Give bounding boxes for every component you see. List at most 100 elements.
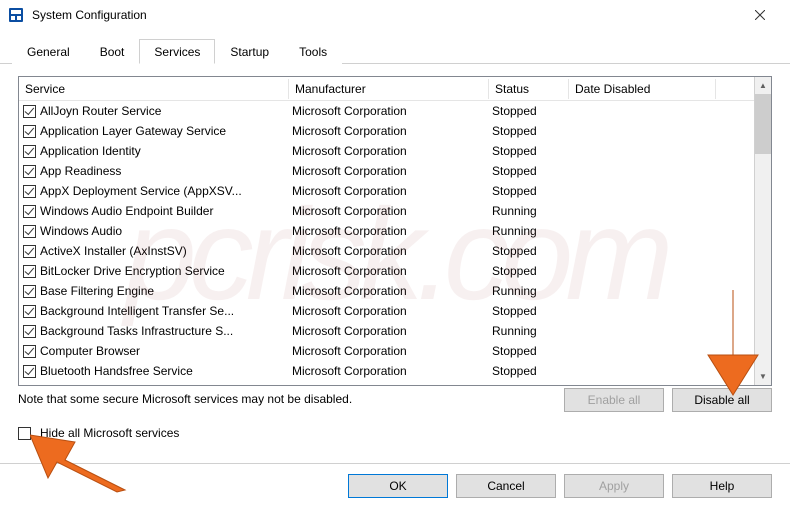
ok-button[interactable]: OK	[348, 474, 448, 498]
table-row[interactable]: Application Layer Gateway ServiceMicroso…	[19, 121, 754, 141]
service-status: Stopped	[492, 164, 572, 178]
service-status: Stopped	[492, 104, 572, 118]
tabstrip: GeneralBootServicesStartupTools	[0, 30, 790, 64]
app-icon	[8, 7, 24, 23]
service-status: Stopped	[492, 124, 572, 138]
tab-boot[interactable]: Boot	[85, 39, 140, 64]
service-manufacturer: Microsoft Corporation	[292, 304, 492, 318]
service-status: Running	[492, 224, 572, 238]
hide-ms-checkbox[interactable]	[18, 427, 31, 440]
table-row[interactable]: AppX Deployment Service (AppXSV...Micros…	[19, 181, 754, 201]
service-checkbox[interactable]	[23, 185, 36, 198]
service-name: BitLocker Drive Encryption Service	[40, 264, 292, 278]
service-name: App Readiness	[40, 164, 292, 178]
apply-button: Apply	[564, 474, 664, 498]
service-status: Stopped	[492, 264, 572, 278]
service-checkbox[interactable]	[23, 245, 36, 258]
service-name: AllJoyn Router Service	[40, 104, 292, 118]
scroll-up-icon[interactable]: ▲	[755, 77, 771, 94]
service-name: Computer Browser	[40, 344, 292, 358]
dialog-footer: OK Cancel Apply Help	[0, 463, 790, 508]
col-service[interactable]: Service	[19, 79, 289, 99]
service-name: ActiveX Installer (AxInstSV)	[40, 244, 292, 258]
service-checkbox[interactable]	[23, 105, 36, 118]
table-row[interactable]: Windows Audio Endpoint BuilderMicrosoft …	[19, 201, 754, 221]
service-name: Base Filtering Engine	[40, 284, 292, 298]
hide-ms-label[interactable]: Hide all Microsoft services	[40, 426, 179, 440]
service-name: Bluetooth Handsfree Service	[40, 364, 292, 378]
cancel-button[interactable]: Cancel	[456, 474, 556, 498]
service-checkbox[interactable]	[23, 125, 36, 138]
service-checkbox[interactable]	[23, 305, 36, 318]
service-name: Application Layer Gateway Service	[40, 124, 292, 138]
service-checkbox[interactable]	[23, 325, 36, 338]
service-name: Windows Audio	[40, 224, 292, 238]
service-status: Running	[492, 284, 572, 298]
table-row[interactable]: AllJoyn Router ServiceMicrosoft Corporat…	[19, 101, 754, 121]
table-row[interactable]: ActiveX Installer (AxInstSV)Microsoft Co…	[19, 241, 754, 261]
table-row[interactable]: BitLocker Drive Encryption ServiceMicros…	[19, 261, 754, 281]
service-status: Stopped	[492, 184, 572, 198]
enable-all-button: Enable all	[564, 388, 664, 412]
scroll-down-icon[interactable]: ▼	[755, 368, 771, 385]
service-manufacturer: Microsoft Corporation	[292, 164, 492, 178]
service-manufacturer: Microsoft Corporation	[292, 144, 492, 158]
service-manufacturer: Microsoft Corporation	[292, 204, 492, 218]
service-manufacturer: Microsoft Corporation	[292, 284, 492, 298]
col-manufacturer[interactable]: Manufacturer	[289, 79, 489, 99]
table-row[interactable]: Computer BrowserMicrosoft CorporationSto…	[19, 341, 754, 361]
service-checkbox[interactable]	[23, 285, 36, 298]
table-row[interactable]: Bluetooth Handsfree ServiceMicrosoft Cor…	[19, 361, 754, 381]
service-status: Stopped	[492, 304, 572, 318]
service-status: Stopped	[492, 364, 572, 378]
service-name: Windows Audio Endpoint Builder	[40, 204, 292, 218]
service-checkbox[interactable]	[23, 205, 36, 218]
col-date-disabled[interactable]: Date Disabled	[569, 79, 716, 99]
service-manufacturer: Microsoft Corporation	[292, 344, 492, 358]
close-button[interactable]	[737, 0, 782, 30]
service-checkbox[interactable]	[23, 365, 36, 378]
service-manufacturer: Microsoft Corporation	[292, 324, 492, 338]
service-checkbox[interactable]	[23, 165, 36, 178]
service-status: Stopped	[492, 144, 572, 158]
table-row[interactable]: Background Tasks Infrastructure S...Micr…	[19, 321, 754, 341]
table-row[interactable]: Windows AudioMicrosoft CorporationRunnin…	[19, 221, 754, 241]
service-manufacturer: Microsoft Corporation	[292, 264, 492, 278]
table-row[interactable]: Background Intelligent Transfer Se...Mic…	[19, 301, 754, 321]
tab-tools[interactable]: Tools	[284, 39, 342, 64]
table-row[interactable]: App ReadinessMicrosoft CorporationStoppe…	[19, 161, 754, 181]
services-list: Service Manufacturer Status Date Disable…	[18, 76, 772, 386]
service-manufacturer: Microsoft Corporation	[292, 224, 492, 238]
service-status: Stopped	[492, 244, 572, 258]
service-checkbox[interactable]	[23, 145, 36, 158]
scrollbar[interactable]: ▲ ▼	[754, 77, 771, 385]
table-row[interactable]: Base Filtering EngineMicrosoft Corporati…	[19, 281, 754, 301]
col-status[interactable]: Status	[489, 79, 569, 99]
service-manufacturer: Microsoft Corporation	[292, 104, 492, 118]
service-status: Stopped	[492, 344, 572, 358]
service-manufacturer: Microsoft Corporation	[292, 184, 492, 198]
table-row[interactable]: Application IdentityMicrosoft Corporatio…	[19, 141, 754, 161]
service-checkbox[interactable]	[23, 265, 36, 278]
tab-services[interactable]: Services	[139, 39, 215, 64]
close-icon	[755, 10, 765, 20]
titlebar: System Configuration	[0, 0, 790, 30]
service-manufacturer: Microsoft Corporation	[292, 244, 492, 258]
help-button[interactable]: Help	[672, 474, 772, 498]
service-name: AppX Deployment Service (AppXSV...	[40, 184, 292, 198]
list-header: Service Manufacturer Status Date Disable…	[19, 77, 754, 101]
service-status: Running	[492, 324, 572, 338]
service-checkbox[interactable]	[23, 225, 36, 238]
service-name: Background Tasks Infrastructure S...	[40, 324, 292, 338]
service-name: Application Identity	[40, 144, 292, 158]
service-status: Running	[492, 204, 572, 218]
tab-general[interactable]: General	[12, 39, 85, 64]
window-title: System Configuration	[32, 8, 737, 22]
service-manufacturer: Microsoft Corporation	[292, 124, 492, 138]
service-name: Background Intelligent Transfer Se...	[40, 304, 292, 318]
service-manufacturer: Microsoft Corporation	[292, 364, 492, 378]
scroll-thumb[interactable]	[755, 94, 771, 154]
service-checkbox[interactable]	[23, 345, 36, 358]
disable-all-button[interactable]: Disable all	[672, 388, 772, 412]
tab-startup[interactable]: Startup	[215, 39, 284, 64]
